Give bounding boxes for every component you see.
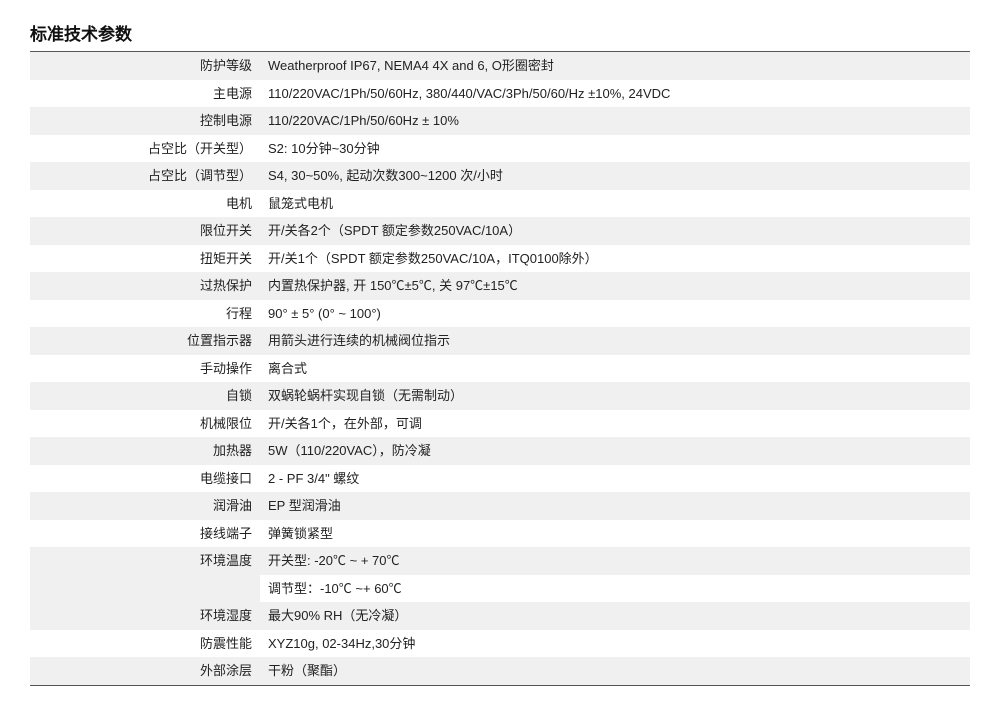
row-value: Weatherproof IP67, NEMA4 4X and 6, O形圈密封 <box>260 52 970 80</box>
table-row: 润滑油EP 型润滑油 <box>30 492 970 520</box>
table-row: 电缆接口2 - PF 3/4" 螺纹 <box>30 465 970 493</box>
row-label: 行程 <box>30 300 260 328</box>
table-row: 手动操作离合式 <box>30 355 970 383</box>
spec-table: 防护等级Weatherproof IP67, NEMA4 4X and 6, O… <box>30 52 970 685</box>
row-value: 内置热保护器, 开 150℃±5℃, 关 97℃±15℃ <box>260 272 970 300</box>
row-value: 开/关各1个，在外部，可调 <box>260 410 970 438</box>
row-value: 鼠笼式电机 <box>260 190 970 218</box>
row-label: 占空比（调节型） <box>30 162 260 190</box>
row-label: 防震性能 <box>30 630 260 658</box>
row-value: XYZ10g, 02-34Hz,30分钟 <box>260 630 970 658</box>
table-row: 占空比（调节型）S4, 30~50%, 起动次数300~1200 次/小时 <box>30 162 970 190</box>
table-row: 控制电源110/220VAC/1Ph/50/60Hz ± 10% <box>30 107 970 135</box>
row-label: 电缆接口 <box>30 465 260 493</box>
table-row: 限位开关开/关各2个（SPDT 额定参数250VAC/10A） <box>30 217 970 245</box>
row-value: S2: 10分钟~30分钟 <box>260 135 970 163</box>
row-value: 2 - PF 3/4" 螺纹 <box>260 465 970 493</box>
row-label: 过热保护 <box>30 272 260 300</box>
row-label: 电机 <box>30 190 260 218</box>
row-value: 用箭头进行连续的机械阀位指示 <box>260 327 970 355</box>
row-value: EP 型润滑油 <box>260 492 970 520</box>
row-value: 最大90% RH（无冷凝） <box>260 602 970 630</box>
table-row: 环境温度开关型: -20℃ ~ + 70℃ <box>30 547 970 575</box>
row-value: 开/关各2个（SPDT 额定参数250VAC/10A） <box>260 217 970 245</box>
row-label: 控制电源 <box>30 107 260 135</box>
table-row: 接线端子弹簧锁紧型 <box>30 520 970 548</box>
row-label: 接线端子 <box>30 520 260 548</box>
table-row: 行程90° ± 5° (0° ~ 100°) <box>30 300 970 328</box>
row-label: 润滑油 <box>30 492 260 520</box>
row-label: 防护等级 <box>30 52 260 80</box>
row-value: S4, 30~50%, 起动次数300~1200 次/小时 <box>260 162 970 190</box>
row-label: 限位开关 <box>30 217 260 245</box>
row-label: 扭矩开关 <box>30 245 260 273</box>
table-row: 防震性能XYZ10g, 02-34Hz,30分钟 <box>30 630 970 658</box>
row-label: 机械限位 <box>30 410 260 438</box>
table-row: 加热器5W（110/220VAC），防冷凝 <box>30 437 970 465</box>
bottom-divider <box>30 685 970 686</box>
table-row: 自锁双蜗轮蜗杆实现自锁（无需制动） <box>30 382 970 410</box>
table-row: 扭矩开关开/关1个（SPDT 额定参数250VAC/10A，ITQ0100除外） <box>30 245 970 273</box>
row-value: 90° ± 5° (0° ~ 100°) <box>260 300 970 328</box>
table-row: 电机 鼠笼式电机 <box>30 190 970 218</box>
row-label: 位置指示器 <box>30 327 260 355</box>
page-title: 标准技术参数 <box>30 20 970 45</box>
row-label: 主电源 <box>30 80 260 108</box>
table-row: 外部涂层干粉（聚酯） <box>30 657 970 685</box>
row-value: 双蜗轮蜗杆实现自锁（无需制动） <box>260 382 970 410</box>
row-value: 开关型: -20℃ ~ + 70℃ <box>260 547 970 575</box>
row-label: 环境湿度 <box>30 602 260 630</box>
table-row: 过热保护内置热保护器, 开 150℃±5℃, 关 97℃±15℃ <box>30 272 970 300</box>
row-label: 占空比（开关型） <box>30 135 260 163</box>
row-value: 离合式 <box>260 355 970 383</box>
table-row: 环境湿度最大90% RH（无冷凝） <box>30 602 970 630</box>
row-value: 110/220VAC/1Ph/50/60Hz, 380/440/VAC/3Ph/… <box>260 80 970 108</box>
table-row: 占空比（开关型）S2: 10分钟~30分钟 <box>30 135 970 163</box>
table-row: 防护等级Weatherproof IP67, NEMA4 4X and 6, O… <box>30 52 970 80</box>
row-value: 5W（110/220VAC），防冷凝 <box>260 437 970 465</box>
row-value: 开/关1个（SPDT 额定参数250VAC/10A，ITQ0100除外） <box>260 245 970 273</box>
table-row: 主电源110/220VAC/1Ph/50/60Hz, 380/440/VAC/3… <box>30 80 970 108</box>
row-value: 弹簧锁紧型 <box>260 520 970 548</box>
row-label: 加热器 <box>30 437 260 465</box>
row-value: 110/220VAC/1Ph/50/60Hz ± 10% <box>260 107 970 135</box>
row-label: 手动操作 <box>30 355 260 383</box>
row-label: 自锁 <box>30 382 260 410</box>
table-row: 机械限位开/关各1个，在外部，可调 <box>30 410 970 438</box>
row-label: 环境温度 <box>30 547 260 602</box>
row-value: 调节型：-10℃ ~+ 60℃ <box>260 575 970 603</box>
row-label: 外部涂层 <box>30 657 260 685</box>
table-row: 位置指示器用箭头进行连续的机械阀位指示 <box>30 327 970 355</box>
row-value: 干粉（聚酯） <box>260 657 970 685</box>
